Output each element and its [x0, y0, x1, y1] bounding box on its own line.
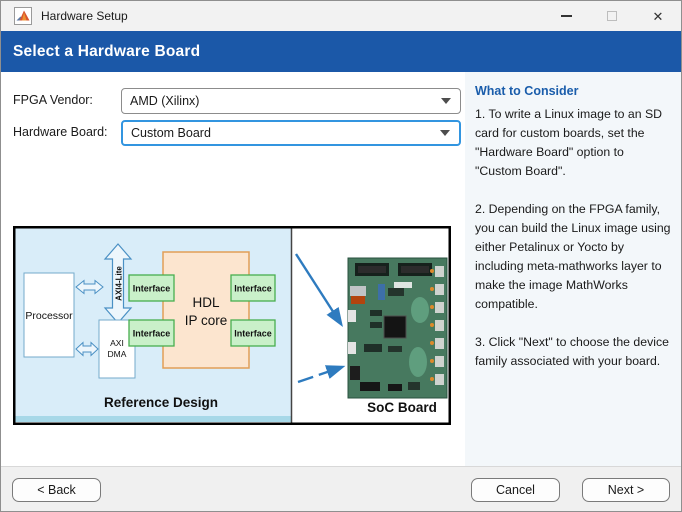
body: FPGA Vendor: AMD (Xilinx) Hardware Board… — [1, 72, 681, 466]
maximize-button[interactable] — [589, 1, 635, 31]
fpga-vendor-label: FPGA Vendor: — [13, 93, 93, 107]
window-title: Hardware Setup — [41, 9, 128, 23]
page-title: Select a Hardware Board — [13, 42, 201, 60]
hdl-ip-core-label-line1: HDL — [192, 295, 219, 310]
back-button[interactable]: < Back — [12, 478, 101, 502]
consider-item-2: 2. Depending on the FPGA family, you can… — [475, 202, 671, 311]
consider-item-3: 3. Click "Next" to choose the device fam… — [475, 335, 669, 368]
matlab-app-icon — [14, 7, 32, 25]
minimize-icon — [560, 15, 572, 17]
hardware-board-value: Custom Board — [131, 126, 211, 140]
fpga-vendor-dropdown[interactable]: AMD (Xilinx) — [121, 88, 461, 114]
reference-design-diagram: Processor AXI4-Lite AXI DMA HDL IP core — [13, 226, 451, 425]
what-to-consider-panel: What to Consider 1. To write a Linux ima… — [465, 72, 681, 466]
soc-board-label: SoC Board — [367, 400, 437, 415]
cancel-button[interactable]: Cancel — [471, 478, 560, 502]
hardware-setup-window: Hardware Setup ✕ Select a Hardware Board… — [0, 0, 682, 512]
interface-label: Interface — [133, 284, 171, 294]
footer: < Back Cancel Next > — [1, 466, 681, 511]
what-to-consider-title: What to Consider — [475, 84, 579, 98]
axi-dma-label-line1: AXI — [110, 338, 124, 348]
window-controls: ✕ — [543, 1, 681, 31]
main-panel: FPGA Vendor: AMD (Xilinx) Hardware Board… — [1, 72, 465, 466]
hardware-board-label: Hardware Board: — [13, 125, 108, 139]
step-header: Select a Hardware Board — [1, 31, 681, 72]
hdl-ip-core-label-line2: IP core — [185, 313, 228, 328]
chevron-down-icon — [441, 98, 451, 104]
close-icon: ✕ — [652, 8, 664, 24]
interface-label: Interface — [133, 329, 171, 339]
maximize-icon — [607, 11, 617, 21]
fpga-vendor-value: AMD (Xilinx) — [130, 94, 200, 108]
axi4-lite-label: AXI4-Lite — [115, 266, 124, 301]
axi-dma-label-line2: DMA — [108, 349, 127, 359]
soc-board-image — [347, 257, 448, 399]
interface-label: Interface — [234, 284, 272, 294]
titlebar: Hardware Setup ✕ — [1, 1, 681, 31]
minimize-button[interactable] — [543, 1, 589, 31]
reference-design-label: Reference Design — [104, 395, 218, 410]
close-button[interactable]: ✕ — [635, 1, 681, 31]
next-button[interactable]: Next > — [582, 478, 670, 502]
interface-label: Interface — [234, 329, 272, 339]
consider-item-1: 1. To write a Linux image to an SD card … — [475, 107, 663, 178]
chevron-down-icon — [440, 130, 450, 136]
processor-label: Processor — [25, 310, 73, 322]
hardware-board-dropdown[interactable]: Custom Board — [121, 120, 461, 146]
